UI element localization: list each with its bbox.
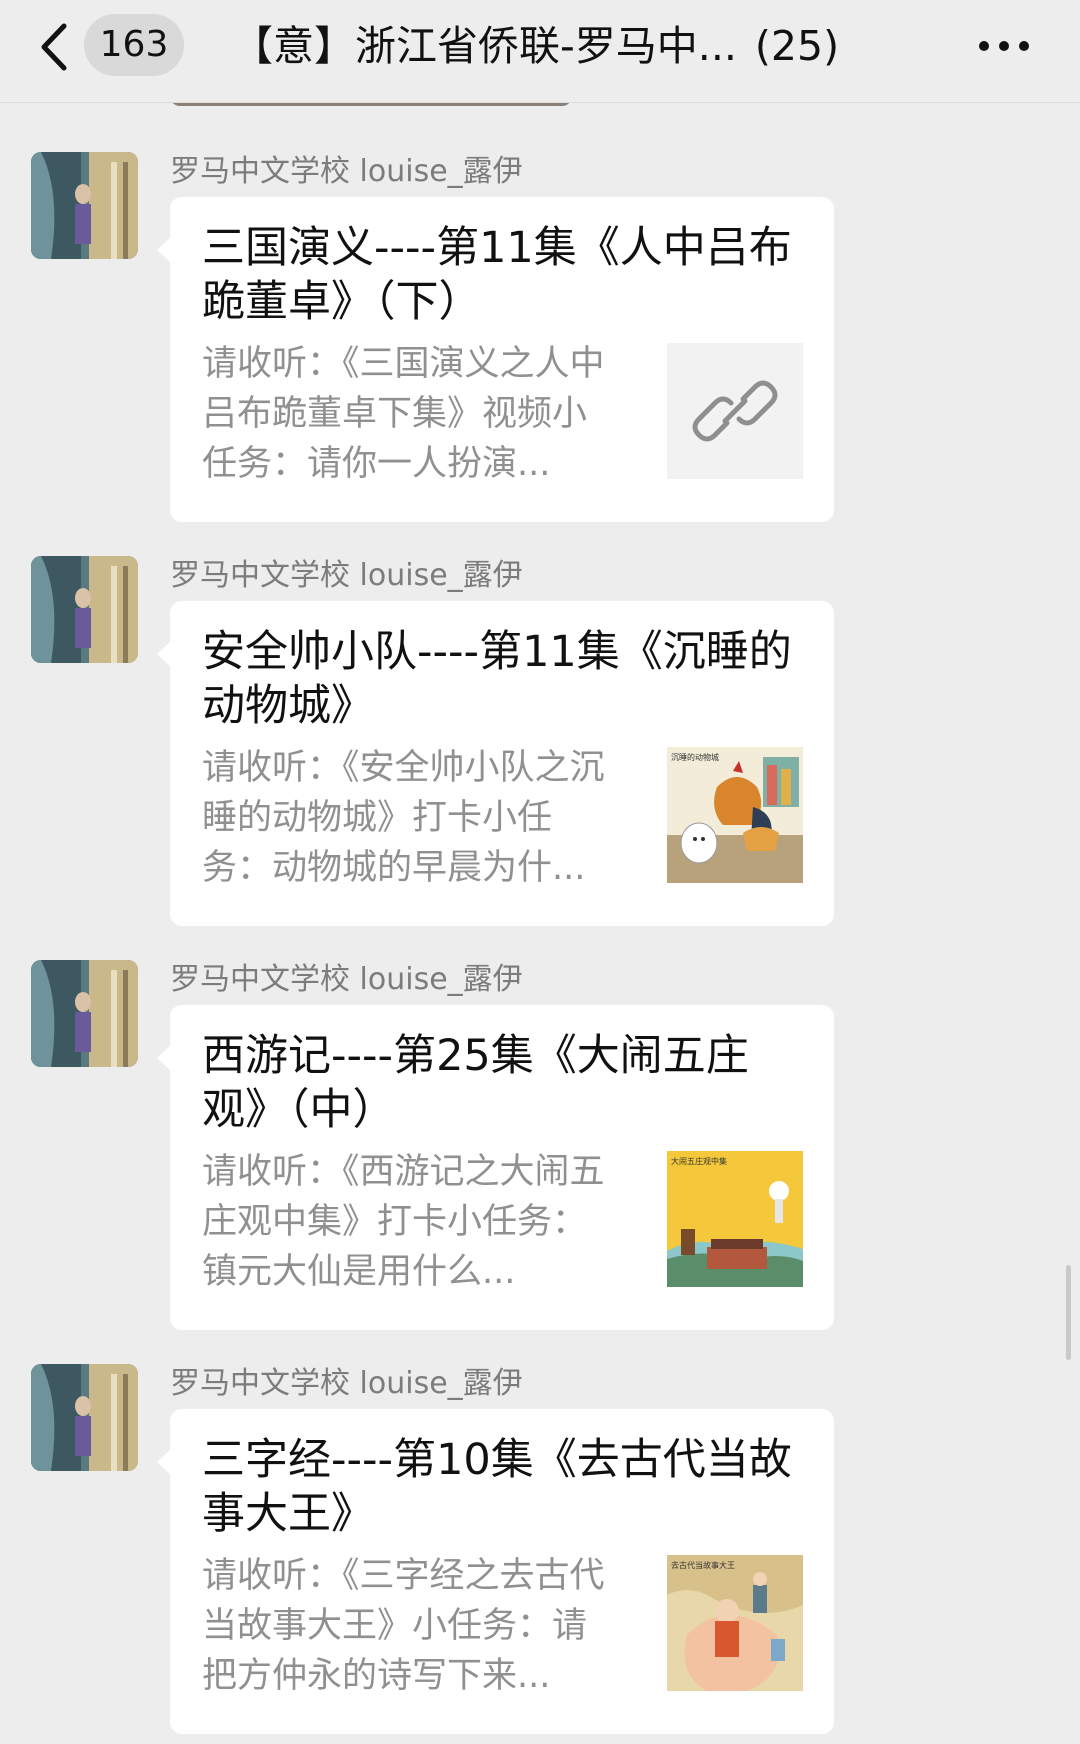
card-description: 请收听：《三国演义之人中吕布跪董卓下集》视频小任务：请你一人扮演... [202,344,605,484]
avatar[interactable] [31,960,138,1067]
bubble-tail [157,237,171,263]
message-row: 罗马中文学校 louise_露伊 安全帅小队----第11集《沉睡的动物城》 请… [0,556,1080,936]
chat-header: 163 【意】浙江省侨联-罗马中... (25) [0,0,1080,103]
chat-title[interactable]: 【意】浙江省侨联-罗马中... (25) [232,16,922,76]
avatar[interactable] [31,556,138,663]
sender-name: 罗马中文学校 louise_露伊 [170,1366,523,1401]
sender-name: 罗马中文学校 louise_露伊 [170,558,523,593]
card-description: 请收听：《三字经之去古代当故事大王》小任务：请把方仲永的诗写下来... [202,1556,605,1696]
bubble-tail [157,1045,171,1071]
card-description: 请收听：《安全帅小队之沉睡的动物城》打卡小任务：动物城的早晨为什... [202,748,605,888]
sender-name: 罗马中文学校 louise_露伊 [170,154,523,189]
avatar[interactable] [31,152,138,259]
thumb-caption: 去古代当故事大王 [671,1561,735,1570]
message-row: 罗马中文学校 louise_露伊 三字经----第10集《去古代当故事大王》 请… [0,1364,1080,1744]
more-options-icon[interactable] [976,26,1032,66]
bubble-tail [157,641,171,667]
animal-city-cover-image: 沉睡的动物城 [667,747,803,883]
message-row: 罗马中文学校 louise_露伊 西游记----第25集《大闹五庄观》（中） 请… [0,960,1080,1340]
back-chevron-icon[interactable] [34,20,78,74]
scrollbar[interactable] [1066,1265,1071,1360]
card-title: 三国演义----第11集《人中吕布跪董卓》（下） [202,223,792,327]
card-title: 安全帅小队----第11集《沉睡的动物城》 [202,627,792,731]
member-count: (25) [754,22,840,70]
ancient-storyteller-cover-image: 去古代当故事大王 [667,1555,803,1691]
card-description: 请收听：《西游记之大闹五庄观中集》打卡小任务：镇元大仙是用什么... [202,1152,605,1292]
bubble-tail [157,1449,171,1475]
link-card-message[interactable]: 安全帅小队----第11集《沉睡的动物城》 请收听：《安全帅小队之沉睡的动物城》… [157,601,834,926]
link-icon [667,343,803,479]
card-title: 三字经----第10集《去古代当故事大王》 [202,1435,792,1539]
message-row: 罗马中文学校 louise_露伊 三国演义----第11集《人中吕布跪董卓》（下… [0,152,1080,532]
unread-count-badge[interactable]: 163 [84,14,184,76]
chat-title-text: 【意】浙江省侨联-罗马中... [232,22,737,70]
wuzhuang-temple-cover-image: 大闹五庄观中集 [667,1151,803,1287]
avatar[interactable] [31,1364,138,1471]
sender-name: 罗马中文学校 louise_露伊 [170,962,523,997]
link-card-message[interactable]: 西游记----第25集《大闹五庄观》（中） 请收听：《西游记之大闹五庄观中集》打… [157,1005,834,1330]
card-title: 西游记----第25集《大闹五庄观》（中） [202,1031,749,1135]
thumb-caption: 大闹五庄观中集 [671,1157,727,1166]
thumb-caption: 沉睡的动物城 [671,753,719,762]
link-card-message[interactable]: 三国演义----第11集《人中吕布跪董卓》（下） 请收听：《三国演义之人中吕布跪… [157,197,834,522]
link-card-message[interactable]: 三字经----第10集《去古代当故事大王》 请收听：《三字经之去古代当故事大王》… [157,1409,834,1734]
